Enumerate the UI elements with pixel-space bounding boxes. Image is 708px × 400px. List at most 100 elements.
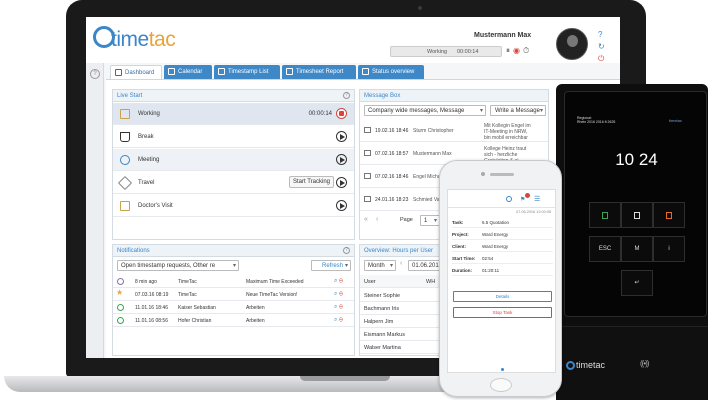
check-in-key[interactable] <box>589 202 621 228</box>
alert-icon <box>117 278 124 285</box>
field-key: Task: <box>452 220 464 225</box>
duration-field: Duration: 01:20:11 <box>452 265 553 276</box>
remove-icon[interactable]: ⊖ <box>339 278 343 284</box>
header-actions: ⏸ ◉ ⏱ <box>506 46 532 56</box>
stop-icon[interactable]: ◉ <box>513 46 520 55</box>
status-time: 00:00:14 <box>457 49 479 55</box>
item-label: Travel <box>138 180 155 186</box>
search-icon[interactable]: ⌕ <box>334 278 337 284</box>
play-button[interactable] <box>336 154 347 165</box>
avatar[interactable] <box>556 28 588 60</box>
remove-icon[interactable]: ⊖ <box>339 317 343 323</box>
live-start-item-working[interactable]: Working 00:00:14 <box>113 103 354 125</box>
message-row[interactable]: 19.02.16 18:46 Sturm Christopher Mit Kol… <box>360 120 548 142</box>
pager-first-icon[interactable]: « <box>364 216 368 223</box>
status-pill[interactable]: Working 00:00:14 <box>390 46 502 57</box>
play-button[interactable] <box>336 177 347 188</box>
details-button[interactable]: Details <box>453 291 552 302</box>
tab-label: Calendar <box>178 69 203 75</box>
stop-button[interactable] <box>336 108 347 119</box>
live-start-item-doctor[interactable]: Doctor's Visit <box>113 195 354 217</box>
tab-calendar[interactable]: Calendar <box>164 65 212 79</box>
tab-label: Timesheet Report <box>296 69 344 75</box>
briefcase-icon <box>634 212 640 219</box>
client-field: Client: Ward Energy <box>452 241 553 252</box>
field-value: 01:20:11 <box>482 268 500 273</box>
period-prev-icon[interactable]: ‹ <box>400 260 402 267</box>
item-label: Meeting <box>138 157 160 163</box>
message-filter-select[interactable]: Company wide messages, Message <box>364 105 486 116</box>
pager-input[interactable]: 1 <box>420 215 440 226</box>
help-icon[interactable]: ? <box>343 92 350 99</box>
play-button[interactable] <box>336 131 347 142</box>
user-name[interactable]: Mustermann Max <box>474 32 531 39</box>
item-label: Doctor's Visit <box>138 203 173 209</box>
search-icon[interactable]: ⌕ <box>334 317 337 323</box>
tab-status-overview[interactable]: Status overview <box>358 65 424 79</box>
tab-timesheet-report[interactable]: Timesheet Report <box>282 65 356 79</box>
notification-row[interactable]: 11.01.16 08:56 Hofer Christian Arbeiten … <box>113 314 354 327</box>
remove-icon[interactable]: ⊖ <box>339 291 343 297</box>
pause-icon[interactable]: ⏸ <box>506 46 510 55</box>
field-value: Ward Energy <box>482 232 509 237</box>
field-key: Start Time: <box>452 256 476 261</box>
help-icon[interactable]: ? <box>90 69 100 79</box>
envelope-icon <box>364 150 371 156</box>
terminal-base: timetac ((•)) <box>556 326 708 400</box>
live-start-item-break[interactable]: Break <box>113 126 354 148</box>
power-icon[interactable]: ⏻ <box>598 53 605 65</box>
column-header-user: User <box>364 279 376 285</box>
help-icon[interactable]: ? <box>343 247 350 254</box>
menu-key[interactable]: M <box>621 236 653 262</box>
refresh-button[interactable]: Refresh <box>311 260 351 271</box>
timer-icon[interactable]: ⏱ <box>523 46 529 55</box>
clock-icon[interactable] <box>506 196 512 202</box>
esc-key[interactable]: ESC <box>589 236 621 262</box>
terminal-time: 10 24 <box>615 150 658 169</box>
stop-task-button[interactable]: Stop Task <box>453 307 552 318</box>
check-out-key[interactable] <box>653 202 685 228</box>
calendar-icon <box>168 68 175 75</box>
start-tracking-button[interactable]: Start Tracking <box>288 176 334 188</box>
search-icon[interactable]: ⌕ <box>334 291 337 297</box>
pager-prev-icon[interactable]: ‹ <box>376 216 378 223</box>
notification-filter-select[interactable]: Open timestamp requests, Other re <box>117 260 239 271</box>
info-key[interactable]: i <box>653 236 685 262</box>
notification-row[interactable]: 11.01.16 18:46 Kaiser Sebastian Arbeiten… <box>113 301 354 314</box>
search-icon[interactable]: ⌕ <box>334 304 337 310</box>
tab-label: Timestamp List <box>228 69 269 75</box>
remove-icon[interactable]: ⊖ <box>339 304 343 310</box>
live-start-item-travel[interactable]: Travel Start Tracking <box>113 172 354 194</box>
enter-key[interactable]: ↵ <box>621 270 653 296</box>
period-select[interactable]: Month <box>364 260 396 271</box>
write-message-button[interactable]: Write a Message <box>490 105 546 116</box>
tab-timestamp-list[interactable]: Timestamp List <box>214 65 280 79</box>
live-start-item-meeting[interactable]: Meeting <box>113 149 354 171</box>
notification-sender: Hofer Christian <box>178 318 212 324</box>
notification-row[interactable]: 8 min ago TimeTac Maximum Time Exceeded … <box>113 275 354 288</box>
notification-date: 11.01.16 08:56 <box>135 318 168 324</box>
notification-date: 07.03.16 08:19 <box>135 292 169 298</box>
notification-date: 8 min ago <box>135 279 157 285</box>
terminal-logo: timetac <box>669 118 682 123</box>
notification-actions: ⌕ ⊖ <box>334 317 350 324</box>
item-label: Break <box>138 134 154 140</box>
message-date: 19.02.16 18:46 <box>375 128 409 134</box>
column-header-wh: WH <box>426 279 436 285</box>
break-key[interactable] <box>621 202 653 228</box>
logo[interactable]: timetac <box>111 28 176 52</box>
message-text: Mit Kollegin Engel im IT-Meeting in NRW,… <box>484 123 531 141</box>
message-sender: Mustermann Max <box>413 151 452 157</box>
pager-label: Page <box>400 217 413 223</box>
people-icon <box>120 155 130 165</box>
play-button[interactable] <box>336 200 347 211</box>
help-icon[interactable]: ? <box>598 29 605 41</box>
notification-row[interactable]: ★ 07.03.16 08:19 TimeTac Neue TimeTac Ve… <box>113 288 354 301</box>
refresh-icon[interactable]: ↻ <box>598 41 605 53</box>
left-rail: ? <box>86 63 104 358</box>
tab-dashboard[interactable]: Dashboard <box>110 65 162 79</box>
home-button[interactable] <box>490 378 512 392</box>
field-key: Client: <box>452 244 466 249</box>
notification-actions: ⌕ ⊖ <box>334 278 350 285</box>
list-icon[interactable]: ☰ <box>534 195 540 203</box>
